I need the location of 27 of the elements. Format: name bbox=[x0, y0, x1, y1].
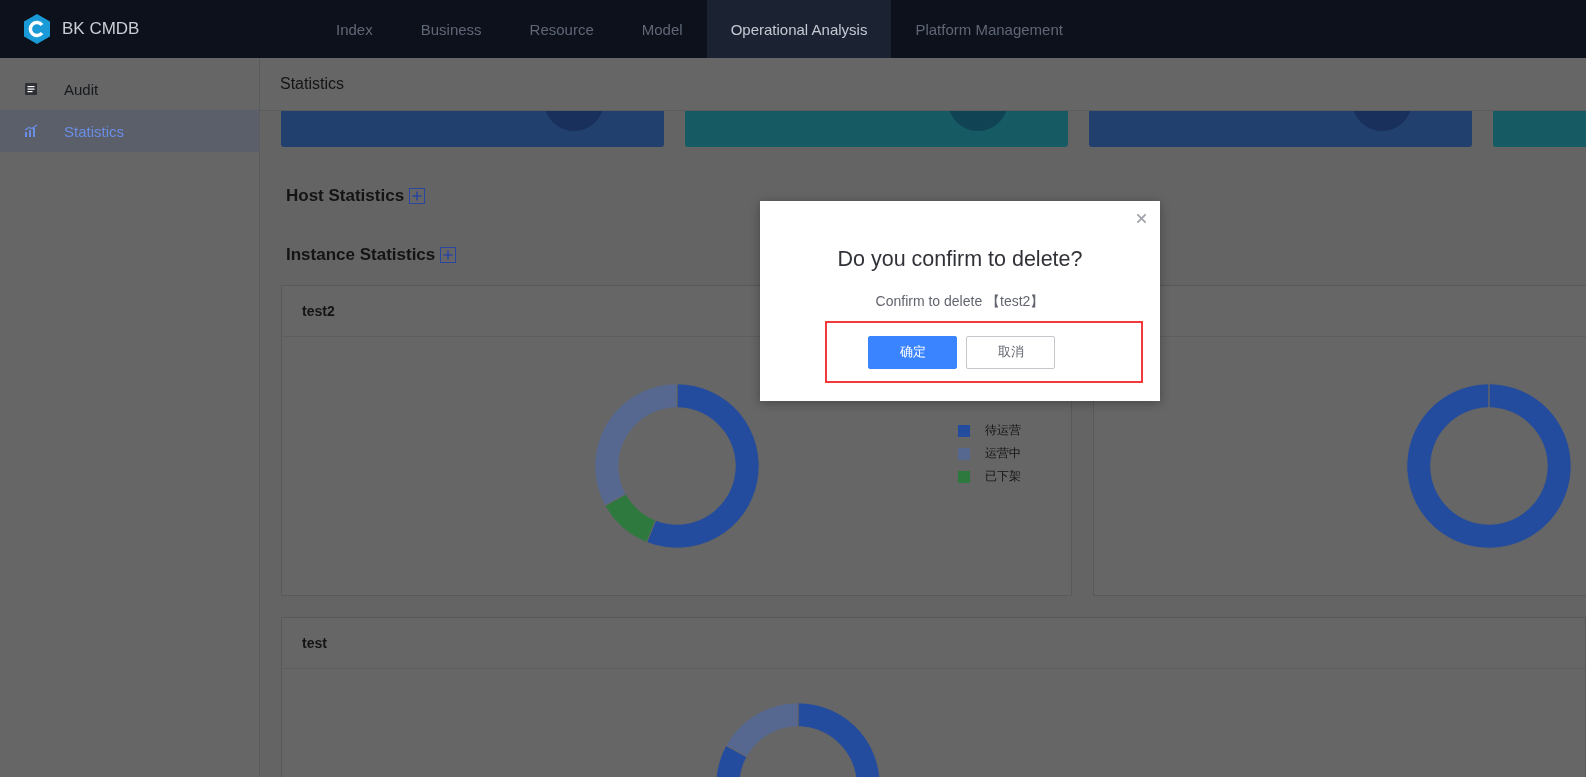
add-icon[interactable] bbox=[409, 188, 426, 204]
cancel-button[interactable]: 取消 bbox=[966, 335, 1055, 369]
nav-tab[interactable]: Platform Management bbox=[891, 0, 1087, 58]
sidebar-item[interactable]: Statistics bbox=[0, 110, 259, 152]
bar-chart-icon bbox=[24, 124, 38, 138]
add-icon[interactable] bbox=[440, 247, 457, 263]
sidebar-item[interactable]: Audit bbox=[0, 68, 259, 110]
nav-tab[interactable]: Business bbox=[396, 0, 506, 58]
nav-tab[interactable]: Model bbox=[617, 0, 707, 58]
panel-title: test bbox=[302, 635, 327, 651]
nav-tab[interactable]: Index bbox=[312, 0, 397, 58]
confirm-button[interactable]: 确定 bbox=[868, 335, 957, 369]
logo-icon bbox=[22, 13, 52, 45]
section-title: Host Statistics bbox=[286, 186, 405, 206]
legend-label: 运营中 bbox=[985, 445, 1021, 462]
dialog-title: Do you confirm to delete? bbox=[837, 247, 1083, 272]
section-title: Instance Statistics bbox=[286, 245, 436, 265]
nav-tab[interactable]: Operational Analysis bbox=[706, 0, 892, 58]
legend-label: 待运营 bbox=[985, 422, 1021, 439]
legend-label: 已下架 bbox=[985, 468, 1021, 485]
app-name: BK CMDB bbox=[62, 19, 140, 39]
panel-title: test2 bbox=[302, 303, 335, 319]
nav-tab[interactable]: Resource bbox=[505, 0, 618, 58]
document-icon bbox=[24, 82, 38, 96]
dialog-message: Confirm to delete 【test2】 bbox=[875, 293, 1045, 311]
close-icon[interactable] bbox=[1136, 213, 1147, 224]
page-title: Statistics bbox=[280, 75, 344, 93]
